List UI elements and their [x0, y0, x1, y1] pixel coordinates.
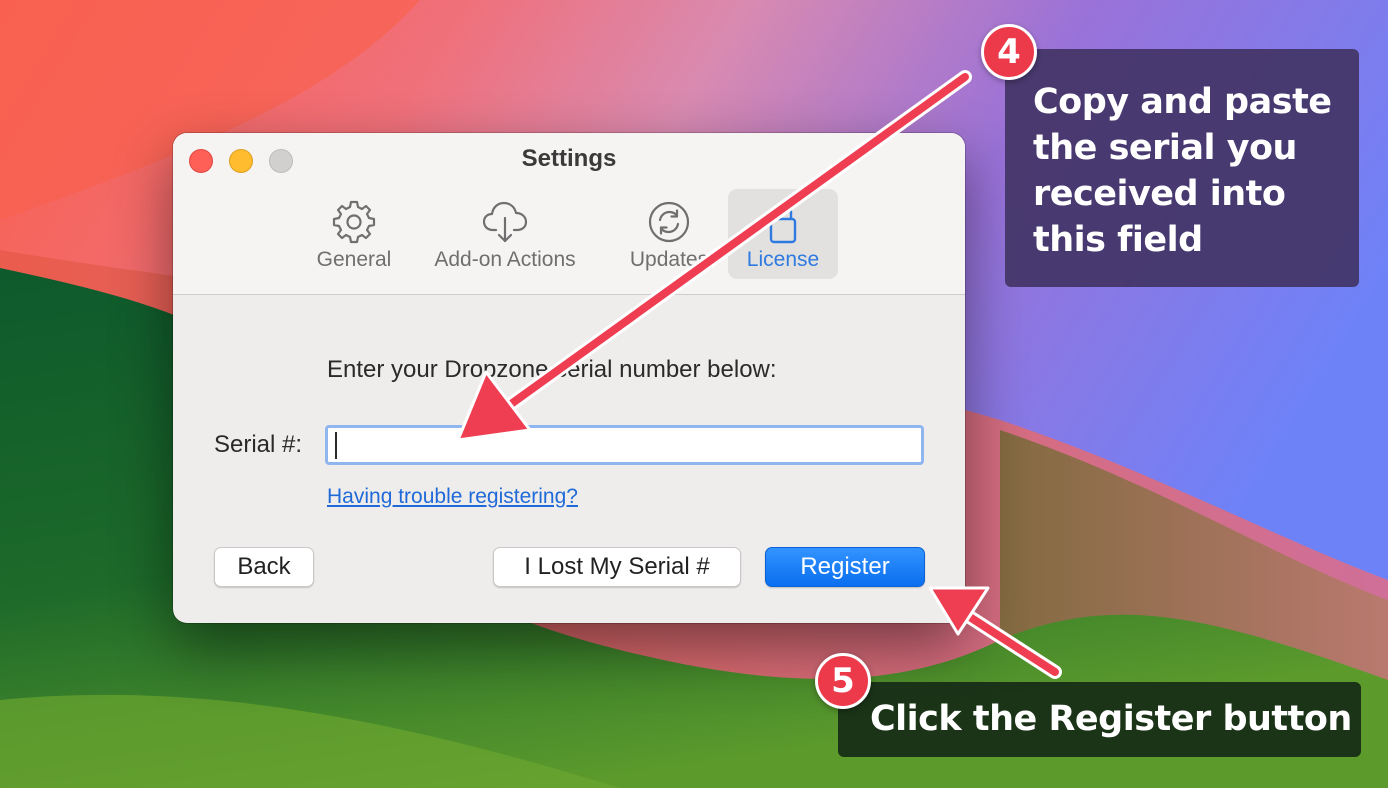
tab-general[interactable]: General [309, 189, 399, 279]
settings-window: Settings General Add-on Actions Updates … [173, 133, 965, 623]
tab-updates-label: Updates [629, 248, 709, 271]
tab-license[interactable]: License [728, 189, 838, 279]
tab-general-label: General [316, 248, 392, 271]
step-4-callout-text: Copy and paste the serial you received i… [1033, 82, 1332, 260]
register-button[interactable]: Register [765, 547, 925, 587]
tab-add-on-actions[interactable]: Add-on Actions [419, 189, 591, 279]
tab-updates[interactable]: Updates [619, 189, 719, 279]
back-button[interactable]: Back [214, 547, 314, 587]
window-toolbar: Settings General Add-on Actions Updates … [173, 133, 965, 295]
window-title: Settings [521, 145, 617, 172]
tab-license-label: License [746, 248, 820, 271]
refresh-icon [648, 201, 690, 243]
lock-icon [769, 202, 797, 244]
serial-number-input[interactable] [325, 425, 924, 465]
cloud-download-icon [482, 201, 528, 243]
step-5-callout: Click the Register button [838, 682, 1361, 757]
serial-number-label: Serial #: [214, 431, 303, 458]
tab-add-on-actions-label: Add-on Actions [434, 248, 576, 271]
lost-serial-button[interactable]: I Lost My Serial # [493, 547, 741, 587]
gear-icon [332, 200, 376, 244]
step-5-callout-text: Click the Register button [870, 699, 1352, 739]
text-caret [335, 432, 337, 459]
step-4-badge: 4 [981, 24, 1037, 80]
serial-instructions: Enter your Dropzone serial number below: [327, 356, 777, 383]
step-5-badge: 5 [815, 653, 871, 709]
step-4-callout: Copy and paste the serial you received i… [1005, 49, 1359, 287]
trouble-registering-link[interactable]: Having trouble registering? [327, 485, 578, 509]
